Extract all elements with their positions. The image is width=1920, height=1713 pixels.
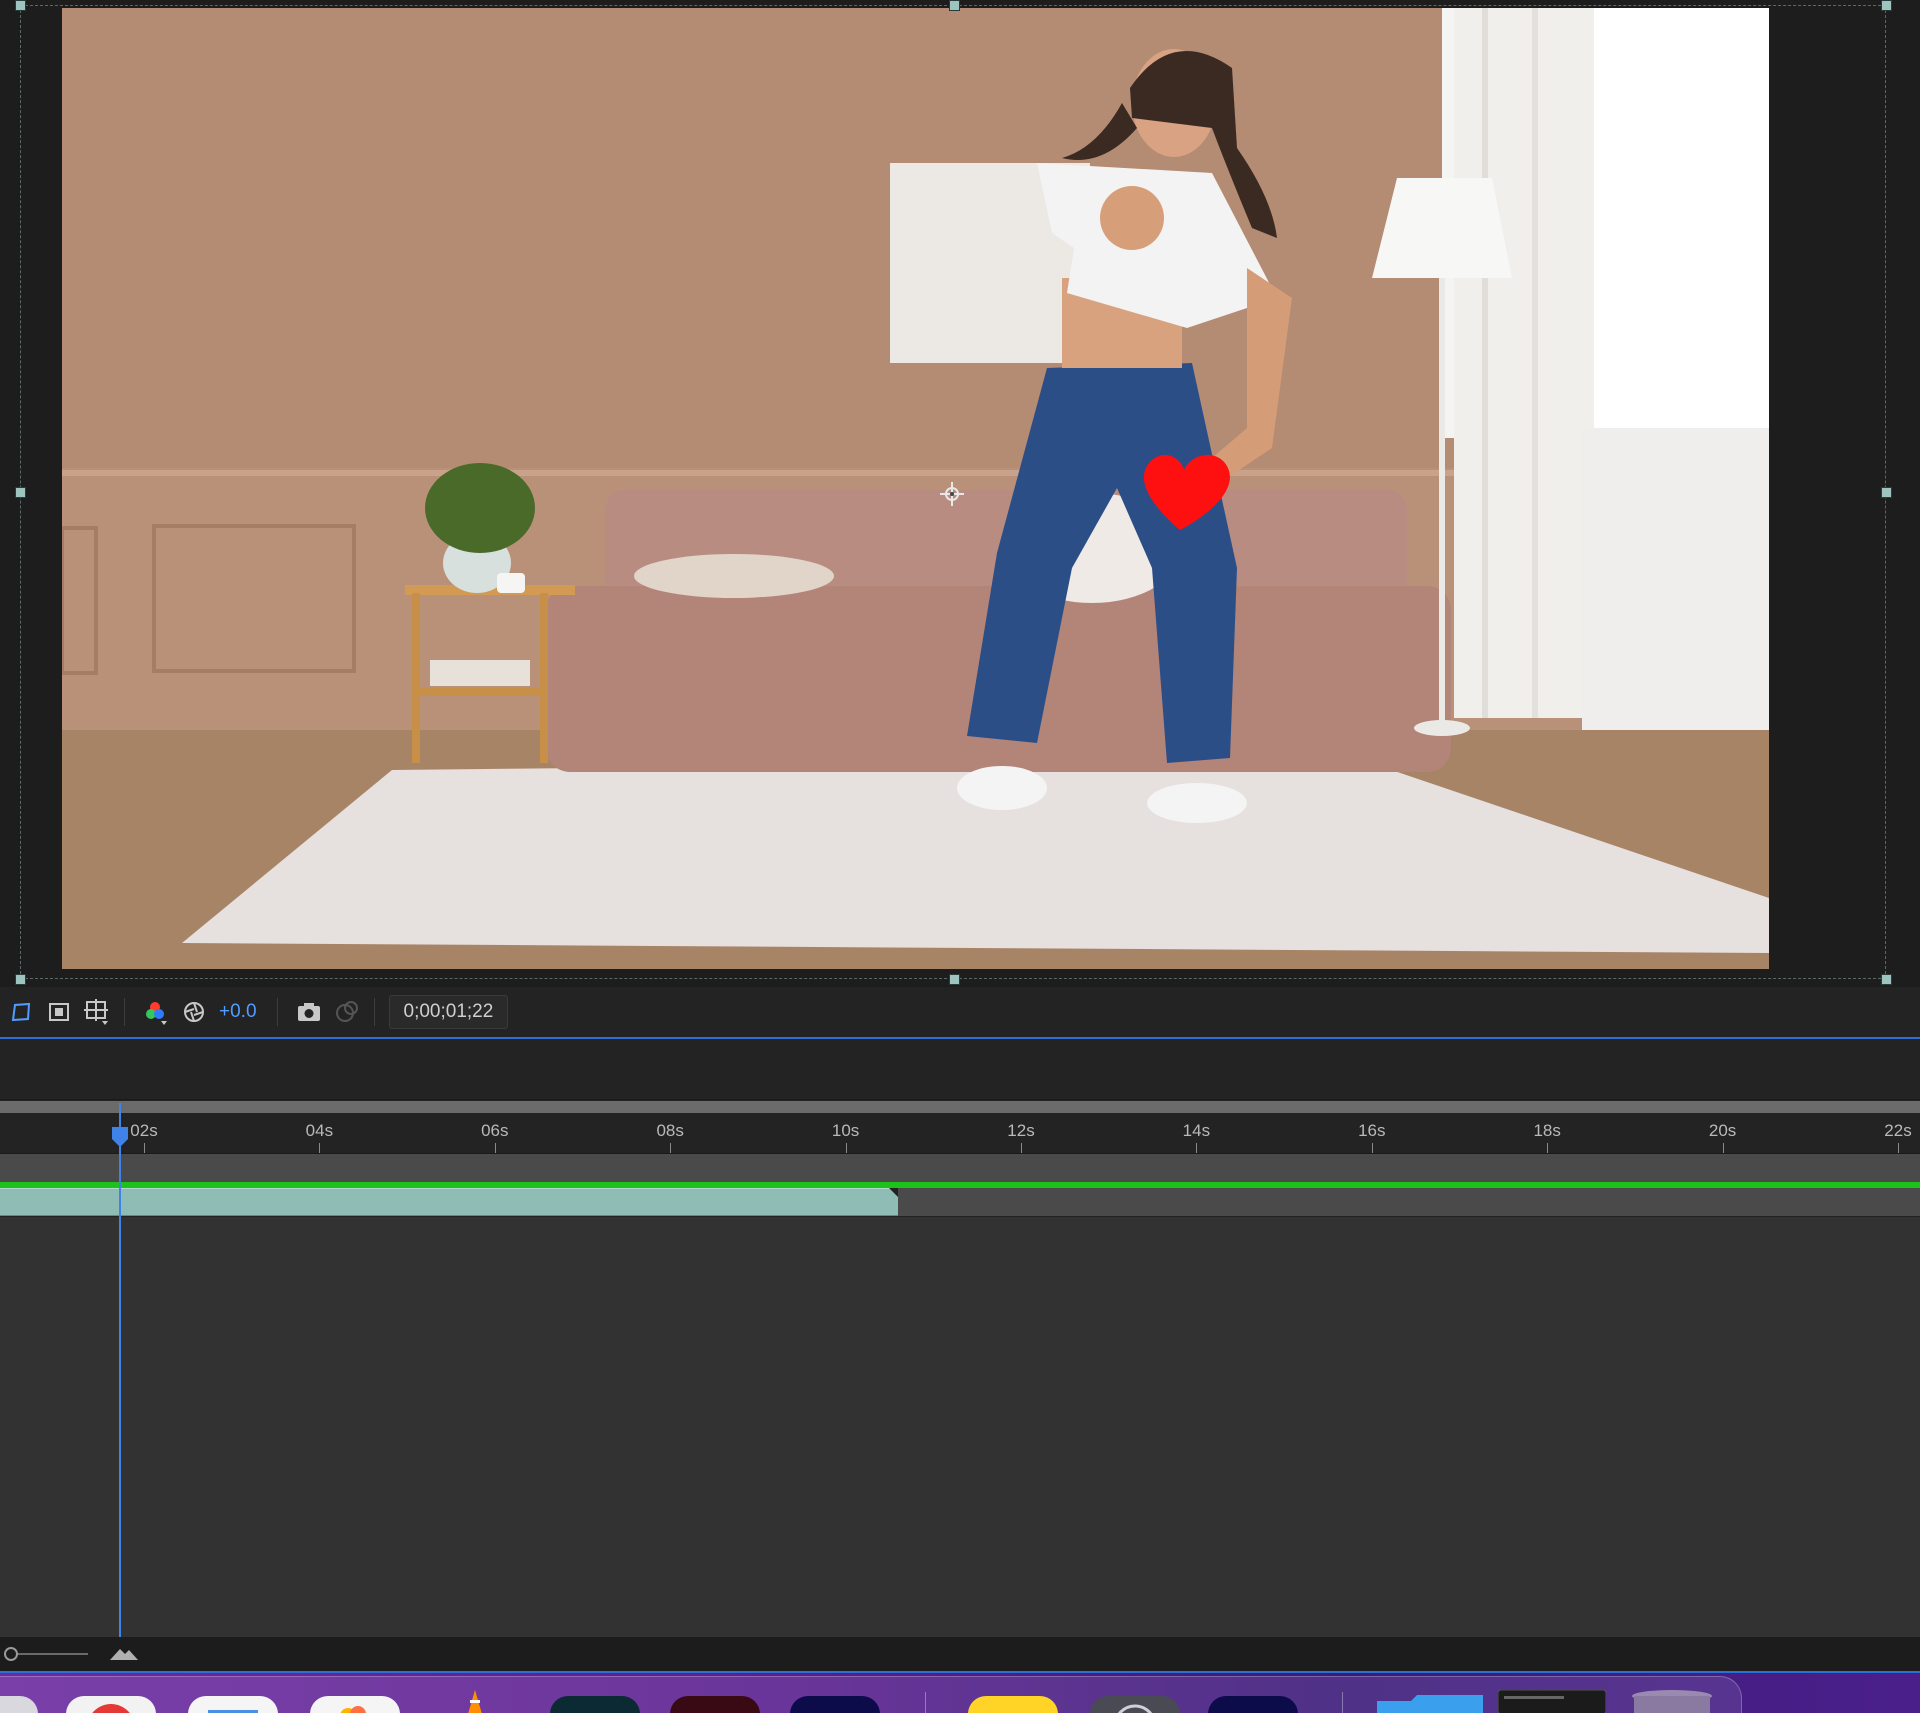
dock-media-encoder-icon[interactable] (670, 1696, 760, 1713)
anchor-point-icon[interactable] (940, 482, 964, 506)
ruler-tick-mark (1371, 1143, 1373, 1153)
transform-handle-bottom-right[interactable] (1881, 974, 1892, 985)
transparency-grid-icon (84, 999, 108, 1025)
ruler-tick-mark (144, 1143, 145, 1153)
current-time-display[interactable]: 0;00;01;22 (388, 995, 509, 1029)
ruler-tick-mark (1547, 1143, 1549, 1153)
dock-photoshop-icon[interactable] (1208, 1696, 1298, 1713)
zoom-in-mountain-icon[interactable] (110, 1646, 138, 1662)
snapshot-camera-icon (297, 1003, 320, 1021)
playhead-icon[interactable] (110, 1125, 130, 1149)
show-snapshot-icon (335, 1001, 358, 1022)
ruler-tick-label: 12s (1007, 1121, 1035, 1140)
transform-handle-top-right[interactable] (1881, 0, 1892, 11)
toolbar-separator (276, 998, 278, 1026)
folder-icon[interactable] (1375, 1695, 1485, 1713)
transform-handle-right[interactable] (1881, 487, 1892, 498)
color-channels-icon (146, 1002, 167, 1025)
exposure-reset-button[interactable] (177, 995, 211, 1029)
ruler-tick-label: 06s (481, 1121, 509, 1140)
viewer-toolbar: +0.0 0;00;01;22 (0, 987, 1920, 1039)
chrome-icon (92, 1704, 130, 1713)
zoom-slider-knob[interactable] (4, 1647, 18, 1661)
ruler-tick-label: 16s (1358, 1121, 1386, 1140)
toggle-mask-icon (11, 1002, 31, 1022)
dock-separator (925, 1692, 926, 1713)
mail-icon (208, 1710, 258, 1713)
ruler-tick-label: 18s (1533, 1121, 1561, 1140)
timeline-zoom-slider[interactable] (2, 1646, 92, 1662)
photos-icon (340, 1706, 366, 1713)
take-snapshot-button[interactable] (292, 995, 326, 1029)
ruler-tick-mark (845, 1143, 847, 1153)
video-frame[interactable] (62, 8, 1769, 969)
region-of-interest-button[interactable] (42, 995, 76, 1029)
ruler-tick-label: 14s (1182, 1121, 1211, 1140)
ruler-tick-label: 20s (1708, 1121, 1737, 1140)
dock-notes-icon[interactable] (968, 1696, 1058, 1713)
ruler-tick-mark (1021, 1143, 1022, 1153)
video-frame-image (62, 8, 1769, 969)
transform-handle-left[interactable] (15, 487, 26, 498)
transform-handle-bottom[interactable] (949, 974, 960, 985)
exposure-value[interactable]: +0.0 (219, 1001, 257, 1023)
ruler-tick-label: 04s (305, 1121, 334, 1140)
zoom-slider-track (10, 1653, 88, 1655)
show-snapshot-button[interactable] (330, 995, 364, 1029)
work-area-bar[interactable] (0, 1101, 1920, 1113)
toolbar-separator (124, 998, 125, 1026)
timeline-header (0, 1039, 1920, 1100)
trash-icon[interactable] (1630, 1690, 1714, 1713)
ruler-tick-mark (1898, 1143, 1899, 1153)
ruler-tick-label: 22s (1884, 1121, 1912, 1140)
ruler-tick-mark (319, 1143, 321, 1153)
ruler-tick-label: 10s (831, 1121, 860, 1140)
dock-separator (1342, 1692, 1343, 1713)
transparency-grid-button[interactable] (80, 995, 114, 1029)
dock-system-icon[interactable] (1090, 1696, 1180, 1713)
window-thumbnail-icon[interactable] (1498, 1690, 1606, 1713)
ruler-tick-mark (670, 1143, 672, 1153)
toolbar-separator (373, 998, 375, 1026)
transform-handle-bottom-left[interactable] (15, 974, 26, 985)
ruler-tick-mark (494, 1143, 496, 1153)
ruler-tick-label: 02s (130, 1121, 158, 1140)
ruler-tick-label: 08s (656, 1121, 684, 1140)
empty-layer-area[interactable] (0, 1217, 1920, 1637)
dock-mail-icon[interactable] (188, 1696, 278, 1713)
transform-handle-top[interactable] (949, 0, 960, 11)
ruler-tick-mark (1196, 1143, 1198, 1153)
transform-handle-top-left[interactable] (15, 0, 26, 11)
dock-photos-icon[interactable] (310, 1696, 400, 1713)
layer-duration-bar[interactable] (0, 1188, 899, 1216)
dock-premiere-icon[interactable] (790, 1696, 880, 1713)
dock-after-effects-icon[interactable] (550, 1696, 640, 1713)
playhead-line[interactable] (119, 1103, 122, 1673)
timeline-panel: 02s 04s 06s 08s 10s 12s 14s 16s 18s 20s 22s (0, 1039, 1920, 1673)
ruler-tick-mark (1722, 1143, 1724, 1153)
exposure-reset-icon (184, 1002, 204, 1022)
timeline-footer (0, 1637, 1920, 1673)
system-icon (1117, 1704, 1153, 1713)
region-of-interest-icon (49, 1003, 69, 1021)
color-channels-button[interactable] (139, 995, 173, 1029)
time-ruler[interactable]: 02s 04s 06s 08s 10s 12s 14s 16s 18s 20s 22s (0, 1113, 1920, 1154)
composition-viewer[interactable] (0, 0, 1920, 987)
cache-band (0, 1154, 1920, 1182)
toggle-mask-button[interactable] (4, 995, 38, 1029)
layer-out-point-marker[interactable] (889, 1188, 899, 1197)
after-effects-window: +0.0 0;00;01;22 02s 04s 06s 08s 10s 12s 14s 16s… (0, 0, 1920, 1713)
vlc-icon[interactable] (460, 1690, 490, 1713)
dock-chrome-icon[interactable] (66, 1696, 156, 1713)
